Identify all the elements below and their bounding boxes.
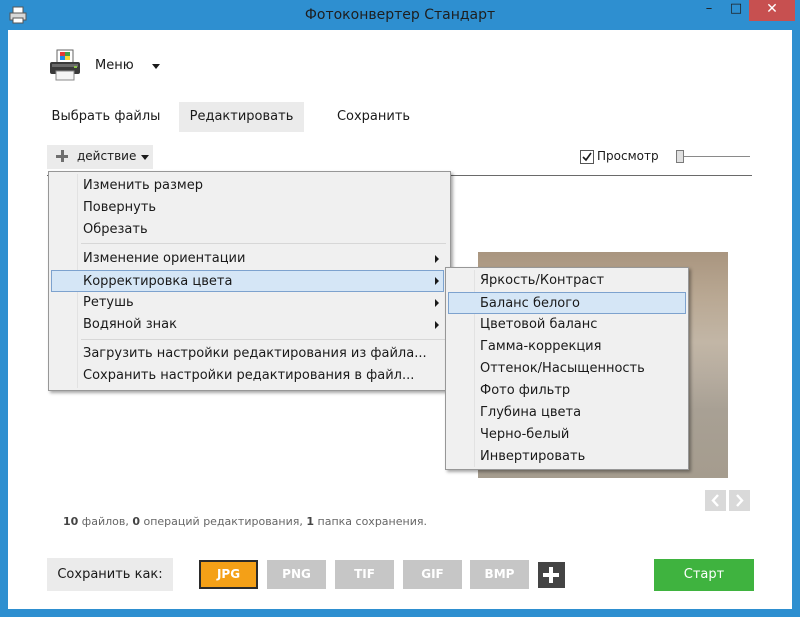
menu-item-label: Изменить размер xyxy=(83,178,203,193)
menu-item-invert[interactable]: Инвертировать xyxy=(448,446,686,468)
menu-item-gamma[interactable]: Гамма-коррекция xyxy=(448,336,686,358)
chevron-right-icon xyxy=(736,494,744,507)
chevron-right-icon xyxy=(435,321,439,329)
menu-item-label: Гамма-коррекция xyxy=(480,339,602,354)
menu-item-label: Фото фильтр xyxy=(480,383,571,398)
preview-checkbox[interactable] xyxy=(580,150,594,164)
menu-item-label: Водяной знак xyxy=(83,317,177,332)
menu-item-color-correction[interactable]: Корректировка цвета xyxy=(51,270,444,292)
format-gif-button[interactable]: GIF xyxy=(403,560,462,589)
menu-item-label: Цветовой баланс xyxy=(480,317,598,332)
menu-item-label: Черно-белый xyxy=(480,427,570,442)
printer-logo-icon xyxy=(50,49,80,81)
menu-separator xyxy=(81,243,446,244)
title-bar[interactable]: Фотоконвертер Стандарт – □ ✕ xyxy=(0,0,800,30)
menu-item-label: Повернуть xyxy=(83,200,157,215)
start-button[interactable]: Старт xyxy=(654,559,754,591)
menu-item-label: Инвертировать xyxy=(480,449,586,464)
window-title: Фотоконвертер Стандарт xyxy=(304,7,496,23)
color-correction-submenu: Яркость/Контраст Баланс белого Цветовой … xyxy=(445,267,689,470)
menu-item-resize[interactable]: Изменить размер xyxy=(51,175,448,197)
folders-count: 1 xyxy=(306,515,315,528)
menu-item-photo-filter[interactable]: Фото фильтр xyxy=(448,380,686,402)
close-button[interactable]: ✕ xyxy=(749,0,795,21)
menu-item-watermark[interactable]: Водяной знак xyxy=(51,314,448,336)
menu-item-label: Изменение ориентации xyxy=(83,251,246,266)
menu-item-label: Загрузить настройки редактирования из фа… xyxy=(83,346,427,361)
menu-item-color-balance[interactable]: Цветовой баланс xyxy=(448,314,686,336)
format-bmp-button[interactable]: BMP xyxy=(470,560,529,589)
menu-item-white-balance[interactable]: Баланс белого xyxy=(448,292,686,314)
app-window: Фотоконвертер Стандарт – □ ✕ Меню Выбрат… xyxy=(0,0,800,617)
chevron-right-icon xyxy=(435,255,439,263)
minimize-button[interactable]: – xyxy=(695,0,723,21)
menu-item-color-depth[interactable]: Глубина цвета xyxy=(448,402,686,424)
tab-save[interactable]: Сохранить xyxy=(316,102,431,132)
folders-text: папка сохранения. xyxy=(314,515,427,528)
menu-item-crop[interactable]: Обрезать xyxy=(51,219,448,241)
format-tif-button[interactable]: TIF xyxy=(335,560,394,589)
menu-item-label: Обрезать xyxy=(83,222,148,237)
menu-item-label: Оттенок/Насыщенность xyxy=(480,361,645,376)
zoom-slider-thumb[interactable] xyxy=(676,150,684,163)
chevron-right-icon xyxy=(435,277,439,285)
add-format-button[interactable] xyxy=(538,562,565,588)
menu-item-retouch[interactable]: Ретушь xyxy=(51,292,448,314)
menu-item-label: Корректировка цвета xyxy=(83,274,233,289)
menu-item-hue-saturation[interactable]: Оттенок/Насыщенность xyxy=(448,358,686,380)
chevron-down-icon xyxy=(152,64,160,69)
previous-button[interactable] xyxy=(705,490,726,511)
menu-item-label: Ретушь xyxy=(83,295,134,310)
format-jpg-button[interactable]: JPG xyxy=(199,560,258,589)
next-button[interactable] xyxy=(729,490,750,511)
tab-edit[interactable]: Редактировать xyxy=(179,102,304,132)
menu-item-black-white[interactable]: Черно-белый xyxy=(448,424,686,446)
action-dropdown-button[interactable]: действие xyxy=(47,145,153,169)
tab-select-files[interactable]: Выбрать файлы xyxy=(48,102,164,132)
menu-item-label: Баланс белого xyxy=(480,296,581,311)
zoom-slider-track[interactable] xyxy=(684,156,750,157)
checkmark-icon xyxy=(582,152,592,162)
main-panel: Меню Выбрать файлы Редактировать Сохрани… xyxy=(8,30,792,609)
menu-item-orientation[interactable]: Изменение ориентации xyxy=(51,248,448,270)
menu-item-label: Глубина цвета xyxy=(480,405,582,420)
status-summary: 10 файлов, 0 операций редактирования, 1 … xyxy=(63,515,427,528)
chevron-down-icon xyxy=(141,155,149,160)
menu-item-label: Яркость/Контраст xyxy=(480,273,605,288)
maximize-button[interactable]: □ xyxy=(723,0,749,21)
menu-label: Меню xyxy=(95,58,134,73)
menu-item-brightness-contrast[interactable]: Яркость/Контраст xyxy=(448,270,686,292)
chevron-left-icon xyxy=(711,494,719,507)
files-text: файлов, xyxy=(78,515,133,528)
operations-count: 0 xyxy=(132,515,140,528)
action-context-menu: Изменить размер Повернуть Обрезать Измен… xyxy=(48,171,451,391)
save-as-label: Сохранить как: xyxy=(47,558,173,591)
files-count: 10 xyxy=(63,515,79,528)
preview-label: Просмотр xyxy=(597,149,659,163)
action-label: действие xyxy=(77,149,137,163)
menu-item-rotate[interactable]: Повернуть xyxy=(51,197,448,219)
menu-item-label: Сохранить настройки редактирования в фай… xyxy=(83,368,415,383)
format-png-button[interactable]: PNG xyxy=(267,560,326,589)
menu-separator xyxy=(81,339,446,340)
chevron-right-icon xyxy=(435,299,439,307)
menu-item-save-settings[interactable]: Сохранить настройки редактирования в фай… xyxy=(51,365,448,387)
operations-text: операций редактирования, xyxy=(140,515,307,528)
plus-icon xyxy=(56,150,68,162)
menu-item-load-settings[interactable]: Загрузить настройки редактирования из фа… xyxy=(51,343,448,365)
